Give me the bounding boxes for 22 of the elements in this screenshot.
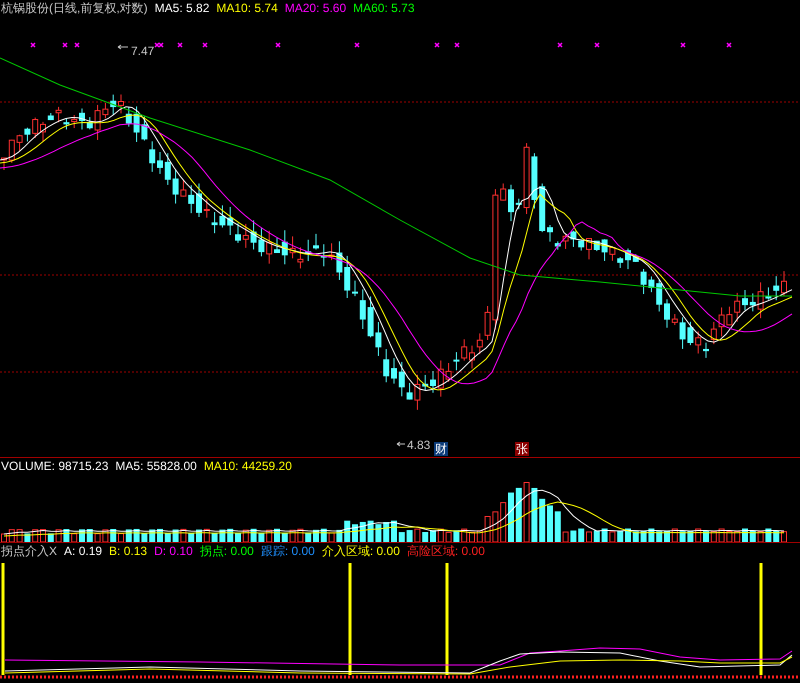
- legend-value: 高险区域: 0.00: [406, 543, 485, 559]
- stock-title: 杭锅股份(日线,前复权,对数): [1, 0, 148, 16]
- pointer-arrow-icon: [396, 442, 406, 446]
- event-badge[interactable]: 张: [515, 442, 529, 456]
- legend-value: D: 0.10: [154, 543, 193, 559]
- legend-value: MA5: 55828.00: [115, 458, 197, 474]
- legend-value: 介入区域: 0.00: [322, 543, 400, 559]
- legend-value: MA5: 5.82: [154, 0, 210, 16]
- indicator-title: 拐点介入X: [1, 543, 58, 559]
- legend-value: MA10: 44259.20: [204, 458, 292, 474]
- legend-value: VOLUME: 98715.23: [1, 458, 108, 474]
- legend-value: B: 0.13: [109, 543, 148, 559]
- legend-value: MA10: 5.74: [216, 0, 278, 16]
- event-badge[interactable]: 财: [434, 442, 448, 456]
- legend-value: MA60: 5.73: [353, 0, 414, 16]
- legend-value: A: 0.19: [64, 543, 102, 559]
- price-label: 4.83: [407, 438, 430, 452]
- legend-value: 跟踪: 0.00: [260, 543, 315, 559]
- legend-value: 拐点: 0.00: [200, 543, 254, 559]
- legend-value: MA20: 5.60: [284, 0, 346, 16]
- pointer-arrow-icon: [118, 44, 128, 50]
- price-label: 7.47: [131, 44, 154, 58]
